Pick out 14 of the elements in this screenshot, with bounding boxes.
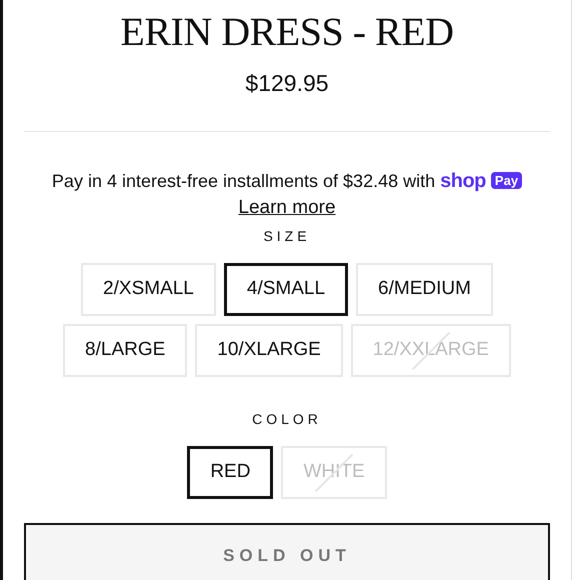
option-button[interactable]: RED bbox=[187, 446, 274, 499]
product-price: $129.95 bbox=[244, 69, 330, 98]
learn-more-link[interactable]: Learn more bbox=[238, 196, 336, 218]
color-label: COLOR bbox=[251, 410, 323, 429]
installment-text: Pay in 4 interest-free installments of $32.48 with bbox=[52, 170, 436, 190]
option-button[interactable]: 8/LARGE bbox=[63, 324, 188, 377]
option-button[interactable]: 10/XLARGE bbox=[195, 324, 343, 377]
size-label: SIZE bbox=[262, 227, 312, 246]
pay-badge: Pay bbox=[490, 172, 522, 188]
shop-logo: shop bbox=[440, 170, 486, 192]
option-button[interactable]: 2/XSMALL bbox=[81, 263, 216, 316]
option-button[interactable]: 4/SMALL bbox=[224, 263, 348, 316]
product-title: ERIN DRESS - RED bbox=[119, 12, 455, 52]
option-button[interactable]: 6/MEDIUM bbox=[356, 263, 493, 316]
